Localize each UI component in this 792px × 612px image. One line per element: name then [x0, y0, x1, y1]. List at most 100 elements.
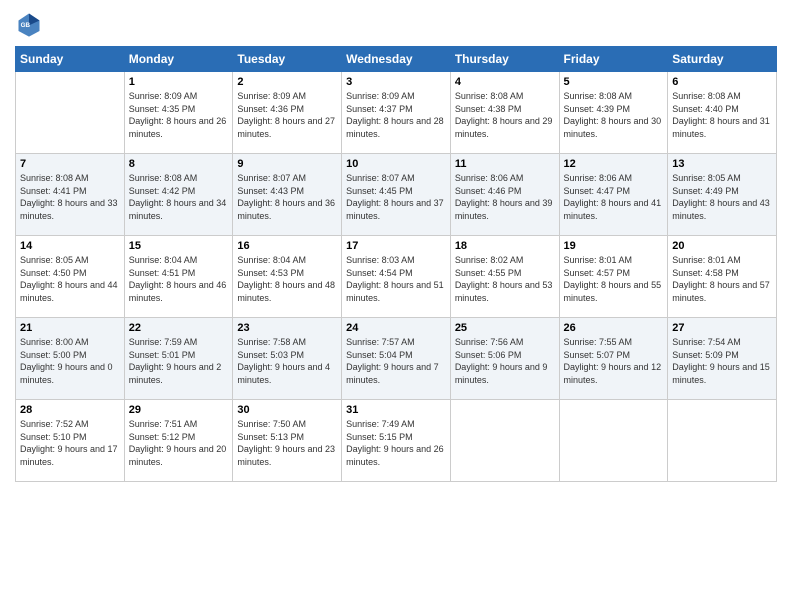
- sunset: Sunset: 4:49 PM: [672, 186, 739, 196]
- day-info: Sunrise: 8:09 AMSunset: 4:36 PMDaylight:…: [237, 90, 337, 140]
- sunrise: Sunrise: 8:08 AM: [455, 91, 524, 101]
- sunrise: Sunrise: 7:49 AM: [346, 419, 415, 429]
- day-number: 11: [455, 158, 555, 170]
- daylight: Daylight: 8 hours and 37 minutes.: [346, 198, 444, 221]
- sunset: Sunset: 5:07 PM: [564, 350, 631, 360]
- day-info: Sunrise: 8:04 AMSunset: 4:51 PMDaylight:…: [129, 254, 229, 304]
- sunrise: Sunrise: 8:08 AM: [129, 173, 198, 183]
- daylight: Daylight: 9 hours and 2 minutes.: [129, 362, 222, 385]
- day-info: Sunrise: 7:59 AMSunset: 5:01 PMDaylight:…: [129, 336, 229, 386]
- day-number: 27: [672, 322, 772, 334]
- daylight: Daylight: 8 hours and 48 minutes.: [237, 280, 335, 303]
- daylight: Daylight: 8 hours and 51 minutes.: [346, 280, 444, 303]
- week-row-2: 7 Sunrise: 8:08 AM Sunset: 4:41 PM Daylight…: [16, 154, 777, 236]
- sunrise: Sunrise: 8:07 AM: [346, 173, 415, 183]
- calendar-cell: 27 Sunrise: 7:54 AMSunset: 5:09 PMDayligh…: [668, 318, 777, 400]
- day-info: Sunrise: 8:01 AM Sunset: 4:57 PM Daylight:…: [564, 254, 664, 304]
- sunrise: Sunrise: 7:51 AM: [129, 419, 198, 429]
- sunrise: Sunrise: 7:58 AM: [237, 337, 306, 347]
- sunrise: Sunrise: 8:05 AM: [672, 173, 741, 183]
- day-number: 31: [346, 404, 446, 416]
- daylight: Daylight: 8 hours and 30 minutes.: [564, 116, 662, 139]
- sunrise: Sunrise: 8:01 AM: [564, 255, 633, 265]
- daylight: Daylight: 8 hours and 33 minutes.: [20, 198, 118, 221]
- sunrise: Sunrise: 8:08 AM: [20, 173, 89, 183]
- calendar-cell: 11 Sunrise: 8:06 AMSunset: 4:46 PMDayligh…: [450, 154, 559, 236]
- sunrise: Sunrise: 8:00 AM: [20, 337, 89, 347]
- day-info: Sunrise: 7:54 AMSunset: 5:09 PMDaylight:…: [672, 336, 772, 386]
- daylight: Daylight: 8 hours and 55 minutes.: [564, 280, 662, 303]
- sunset: Sunset: 5:06 PM: [455, 350, 522, 360]
- sunrise: Sunrise: 8:09 AM: [346, 91, 415, 101]
- day-info: Sunrise: 8:06 AMSunset: 4:46 PMDaylight:…: [455, 172, 555, 222]
- day-number: 4: [455, 76, 555, 88]
- week-row-3: 14 Sunrise: 8:05 AMSunset: 4:50 PMDayligh…: [16, 236, 777, 318]
- calendar-cell: 6Sunrise: 8:08 AMSunset: 4:40 PMDaylight…: [668, 72, 777, 154]
- sunset: Sunset: 4:38 PM: [455, 104, 522, 114]
- sunrise: Sunrise: 7:50 AM: [237, 419, 306, 429]
- day-number: 28: [20, 404, 120, 416]
- calendar-cell: 16Sunrise: 8:04 AMSunset: 4:53 PMDayligh…: [233, 236, 342, 318]
- daylight: Daylight: 8 hours and 29 minutes.: [455, 116, 553, 139]
- sunset: Sunset: 5:15 PM: [346, 432, 413, 442]
- daylight: Daylight: 8 hours and 26 minutes.: [129, 116, 227, 139]
- day-info: Sunrise: 7:49 AMSunset: 5:15 PMDaylight:…: [346, 418, 446, 468]
- day-info: Sunrise: 7:58 AMSunset: 5:03 PMDaylight:…: [237, 336, 337, 386]
- day-number: 8: [129, 158, 229, 170]
- calendar-cell: 2Sunrise: 8:09 AMSunset: 4:36 PMDaylight…: [233, 72, 342, 154]
- sunset: Sunset: 4:47 PM: [564, 186, 631, 196]
- sunrise: Sunrise: 8:03 AM: [346, 255, 415, 265]
- day-info: Sunrise: 8:07 AM Sunset: 4:43 PM Daylight:…: [237, 172, 337, 222]
- day-number: 26: [564, 322, 664, 334]
- day-number: 12: [564, 158, 664, 170]
- day-number: 21: [20, 322, 120, 334]
- logo: GB: [15, 10, 47, 38]
- day-number: 14: [20, 240, 120, 252]
- day-info: Sunrise: 8:00 AMSunset: 5:00 PMDaylight:…: [20, 336, 120, 386]
- day-info: Sunrise: 7:55 AMSunset: 5:07 PMDaylight:…: [564, 336, 664, 386]
- calendar-cell: 28Sunrise: 7:52 AMSunset: 5:10 PMDayligh…: [16, 400, 125, 482]
- sunrise: Sunrise: 8:07 AM: [237, 173, 306, 183]
- sunset: Sunset: 4:42 PM: [129, 186, 196, 196]
- sunrise: Sunrise: 7:54 AM: [672, 337, 741, 347]
- day-number: 20: [672, 240, 772, 252]
- sunset: Sunset: 4:45 PM: [346, 186, 413, 196]
- day-info: Sunrise: 8:05 AMSunset: 4:50 PMDaylight:…: [20, 254, 120, 304]
- day-info: Sunrise: 7:56 AMSunset: 5:06 PMDaylight:…: [455, 336, 555, 386]
- week-row-1: 1 Sunrise: 8:09 AMSunset: 4:35 PMDaylight…: [16, 72, 777, 154]
- calendar-cell: 20Sunrise: 8:01 AMSunset: 4:58 PMDayligh…: [668, 236, 777, 318]
- sunset: Sunset: 4:57 PM: [564, 268, 631, 278]
- sunset: Sunset: 4:46 PM: [455, 186, 522, 196]
- day-info: Sunrise: 8:09 AMSunset: 4:35 PMDaylight:…: [129, 90, 229, 140]
- daylight: Daylight: 9 hours and 7 minutes.: [346, 362, 439, 385]
- daylight: Daylight: 9 hours and 23 minutes.: [237, 444, 335, 467]
- sunset: Sunset: 4:41 PM: [20, 186, 87, 196]
- day-number: 23: [237, 322, 337, 334]
- sunrise: Sunrise: 8:01 AM: [672, 255, 741, 265]
- day-info: Sunrise: 8:06 AMSunset: 4:47 PMDaylight:…: [564, 172, 664, 222]
- sunset: Sunset: 4:43 PM: [237, 186, 304, 196]
- sunset: Sunset: 5:13 PM: [237, 432, 304, 442]
- day-number: 29: [129, 404, 229, 416]
- daylight: Daylight: 8 hours and 36 minutes.: [237, 198, 335, 221]
- daylight: Daylight: 9 hours and 12 minutes.: [564, 362, 662, 385]
- main-container: GB SundayMondayTuesdayWednesdayThursdayF…: [0, 0, 792, 492]
- day-number: 7: [20, 158, 120, 170]
- day-info: Sunrise: 8:03 AMSunset: 4:54 PMDaylight:…: [346, 254, 446, 304]
- daylight: Daylight: 8 hours and 43 minutes.: [672, 198, 770, 221]
- day-number: 22: [129, 322, 229, 334]
- day-number: 1: [129, 76, 229, 88]
- calendar-cell: 24Sunrise: 7:57 AMSunset: 5:04 PMDayligh…: [342, 318, 451, 400]
- weekday-header-thursday: Thursday: [450, 47, 559, 72]
- calendar-cell: 19Sunrise: 8:01 AMSunset: 4:57 PMDayligh…: [559, 236, 668, 318]
- daylight: Daylight: 9 hours and 0 minutes.: [20, 362, 113, 385]
- day-info: Sunrise: 8:02 AMSunset: 4:55 PMDaylight:…: [455, 254, 555, 304]
- calendar-cell: 26 Sunrise: 7:55 AMSunset: 5:07 PMDayligh…: [559, 318, 668, 400]
- calendar-cell: 12 Sunrise: 8:06 AMSunset: 4:47 PMDayligh…: [559, 154, 668, 236]
- weekday-header-sunday: Sunday: [16, 47, 125, 72]
- day-info: Sunrise: 8:04 AMSunset: 4:53 PMDaylight:…: [237, 254, 337, 304]
- day-info: Sunrise: 8:09 AMSunset: 4:37 PMDaylight:…: [346, 90, 446, 140]
- daylight: Daylight: 8 hours and 31 minutes.: [672, 116, 770, 139]
- sunset: Sunset: 5:04 PM: [346, 350, 413, 360]
- daylight: Daylight: 9 hours and 15 minutes.: [672, 362, 770, 385]
